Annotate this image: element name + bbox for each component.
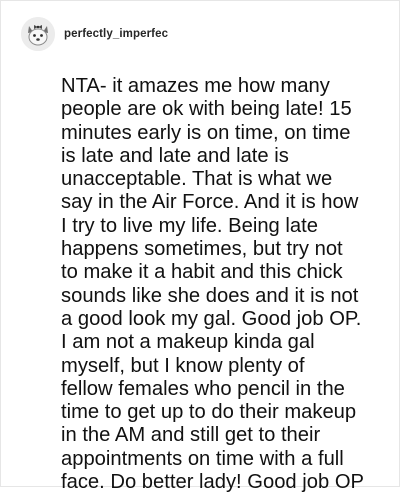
comment-header: perfectly_imperfec [21,15,168,53]
dog-avatar-icon [21,17,55,51]
username[interactable]: perfectly_imperfec [64,28,168,40]
avatar[interactable] [21,17,55,51]
comment-text: NTA- it amazes me how many people are ok… [61,75,364,494]
comment-card: perfectly_imperfec NTA- it amazes me how… [0,0,400,493]
